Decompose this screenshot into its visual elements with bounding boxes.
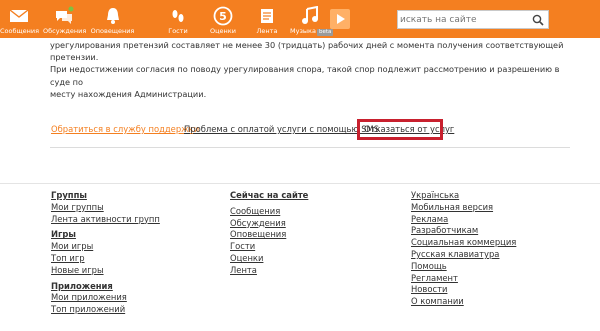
footer-column-3: Українська Мобильная версия Реклама Разр…	[411, 190, 516, 308]
footer-link[interactable]: Новости	[411, 284, 516, 296]
footer-link[interactable]: Гости	[230, 241, 308, 253]
beta-badge: beta	[316, 29, 334, 36]
footer-heading-apps[interactable]: Приложения	[51, 281, 160, 293]
music-play-button[interactable]	[330, 9, 350, 29]
rating-5-icon: 5	[213, 6, 233, 26]
footer-link[interactable]: Лента	[230, 265, 308, 277]
footer-heading-online[interactable]: Сейчас на сайте	[230, 190, 308, 202]
footer-link[interactable]: Разработчикам	[411, 225, 516, 237]
footer-link[interactable]: Реклама	[411, 214, 516, 226]
nav-notifications-label: Оповещения	[90, 27, 135, 35]
bell-icon	[106, 8, 119, 24]
envelope-icon	[9, 9, 29, 22]
footer-link[interactable]: Мои игры	[51, 241, 160, 253]
top-navigation-bar: Сообщения Обсуждения Оповещения Гости 5 …	[0, 0, 600, 38]
nav-discussions-label: Обсуждения	[43, 27, 87, 35]
music-note-icon	[302, 6, 318, 24]
nav-discussions[interactable]: Обсуждения	[43, 0, 87, 38]
nav-feed[interactable]: Лента	[252, 0, 282, 38]
divider	[50, 147, 570, 148]
footer-link[interactable]: Топ игр	[51, 253, 160, 265]
nav-notifications[interactable]: Оповещения	[90, 0, 135, 38]
nav-ratings[interactable]: 5 Оценки	[206, 0, 240, 38]
nav-messages[interactable]: Сообщения	[0, 0, 40, 38]
footer-link[interactable]: Помощь	[411, 261, 516, 273]
footer-column-2: Сейчас на сайте Сообщения Обсуждения Опо…	[230, 190, 308, 277]
footer-link[interactable]: Регламент	[411, 273, 516, 285]
search-box	[397, 10, 549, 29]
footer-link[interactable]: Сообщения	[230, 206, 308, 218]
footer-divider	[0, 183, 600, 184]
footer-link[interactable]: О компании	[411, 296, 516, 308]
footer-link[interactable]: Русская клавиатура	[411, 249, 516, 261]
feed-icon	[261, 9, 273, 23]
footer-link[interactable]: Оповещения	[230, 229, 308, 241]
nav-feed-label: Лента	[256, 27, 278, 35]
search-input[interactable]	[400, 12, 528, 27]
chat-bubbles-icon	[56, 6, 74, 24]
nav-guests-label: Гости	[168, 27, 188, 35]
nav-guests[interactable]: Гости	[162, 0, 194, 38]
nav-messages-label: Сообщения	[0, 27, 40, 35]
footer-link[interactable]: Лента активности групп	[51, 214, 160, 226]
footer-link[interactable]: Топ приложений	[51, 304, 160, 316]
footer-link[interactable]: Українська	[411, 190, 516, 202]
terms-text: урегулирования претензий составляет не м…	[50, 39, 570, 100]
footer-link[interactable]: Новые игры	[51, 265, 160, 277]
terms-line: месту нахождения Администрации.	[50, 88, 207, 99]
support-link[interactable]: Обратиться в службу поддержки	[51, 124, 199, 134]
rating-badge-number: 5	[219, 10, 227, 23]
footer-link[interactable]: Мои приложения	[51, 292, 160, 304]
footer-link[interactable]: Обсуждения	[230, 218, 308, 230]
nav-music-text: Музыка	[290, 27, 316, 35]
terms-line: урегулирования претензий составляет не м…	[50, 40, 564, 63]
footer-link[interactable]: Мои группы	[51, 202, 160, 214]
sms-payment-problem-link[interactable]: Проблема с оплатой услуги с помощью SMS	[184, 124, 379, 134]
nav-music-label: Музыка beta	[290, 27, 334, 36]
highlight-box	[357, 119, 443, 140]
footer-link[interactable]: Оценки	[230, 253, 308, 265]
footer-heading-groups[interactable]: Группы	[51, 190, 160, 202]
footer-heading-games[interactable]: Игры	[51, 229, 160, 241]
search-icon[interactable]	[532, 14, 544, 26]
footer-link[interactable]: Мобильная версия	[411, 202, 516, 214]
terms-line: При недостижении согласия по поводу урег…	[50, 64, 560, 87]
nav-ratings-label: Оценки	[210, 27, 236, 35]
footer-link[interactable]: Социальная коммерция	[411, 237, 516, 249]
footprints-icon	[172, 10, 184, 22]
nav-music[interactable]: Музыка beta	[290, 0, 334, 38]
footer-column-1: Группы Мои группы Лента активности групп…	[51, 190, 160, 316]
